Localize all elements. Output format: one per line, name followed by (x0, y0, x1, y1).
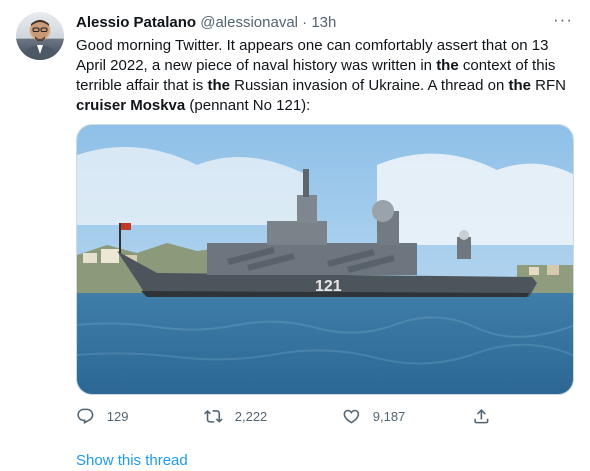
like-button[interactable]: 9,187 (342, 402, 405, 430)
avatar[interactable] (16, 12, 64, 60)
tweet-text-bold: the (207, 77, 230, 94)
hull-number: 121 (315, 278, 342, 295)
tweet-text: Good morning Twitter. It appears one can… (76, 36, 576, 116)
avatar-image (22, 20, 58, 60)
tweet-text-bold: the (508, 77, 531, 94)
tweet-text-bold: cruiser Moskva (76, 97, 186, 114)
share-button[interactable] (472, 402, 491, 430)
tweet-text-segment: (pennant No 121): (185, 97, 311, 114)
reply-icon (77, 408, 94, 424)
tweet-text-segment: RFN (530, 77, 566, 94)
tweet-timestamp[interactable]: 13h (311, 14, 336, 31)
tweet-text-segment: Russian invasion of Ukraine. A thread on (229, 77, 509, 94)
more-options-icon[interactable]: ··· (551, 10, 575, 34)
retweet-button[interactable]: 2,222 (204, 402, 267, 430)
warship-photo: 121 (77, 125, 573, 394)
header-separator: · (302, 14, 308, 31)
author-handle[interactable]: @alessionaval (200, 14, 298, 31)
tweet-photo[interactable]: 121 (76, 124, 574, 395)
heart-icon (343, 409, 360, 424)
tweet-text-bold: the (436, 57, 459, 74)
reply-count: 129 (106, 408, 129, 424)
tweet[interactable]: Alessio Patalano @alessionaval · 13h ···… (0, 0, 590, 471)
tweet-header: Alessio Patalano @alessionaval · 13h (76, 13, 336, 33)
retweet-count: 2,222 (234, 408, 268, 424)
retweet-icon (204, 409, 223, 423)
share-icon (474, 408, 489, 424)
tweet-actions: 129 2,222 9,187 (76, 402, 574, 430)
reply-button[interactable]: 129 (76, 402, 128, 430)
show-thread-link[interactable]: Show this thread (76, 451, 188, 471)
like-count: 9,187 (372, 408, 406, 424)
author-name[interactable]: Alessio Patalano (76, 14, 196, 31)
